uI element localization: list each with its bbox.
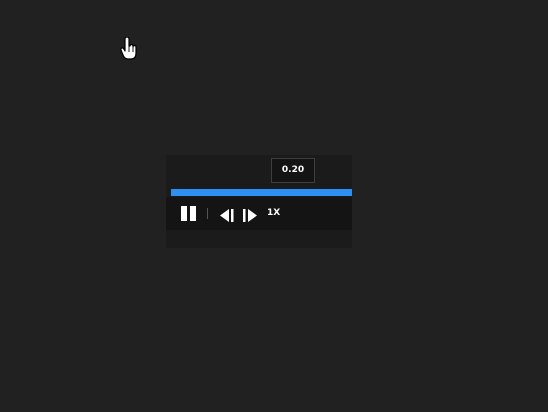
video-player: 0.20 1X <box>166 155 352 248</box>
stage: 0.20 1X <box>0 0 548 412</box>
divider <box>207 208 208 219</box>
progress-track[interactable] <box>171 189 352 196</box>
step-forward-button[interactable] <box>242 207 258 222</box>
step-forward-icon <box>243 209 257 222</box>
hand-pointer-icon <box>120 37 137 60</box>
progress-fill <box>171 189 352 196</box>
pause-button[interactable] <box>181 206 197 221</box>
control-bar: 1X <box>166 197 352 230</box>
step-backward-button[interactable] <box>219 207 235 222</box>
step-backward-icon <box>220 209 234 222</box>
playback-speed-button[interactable]: 1X <box>267 207 280 220</box>
seek-tooltip: 0.20 <box>271 158 315 183</box>
